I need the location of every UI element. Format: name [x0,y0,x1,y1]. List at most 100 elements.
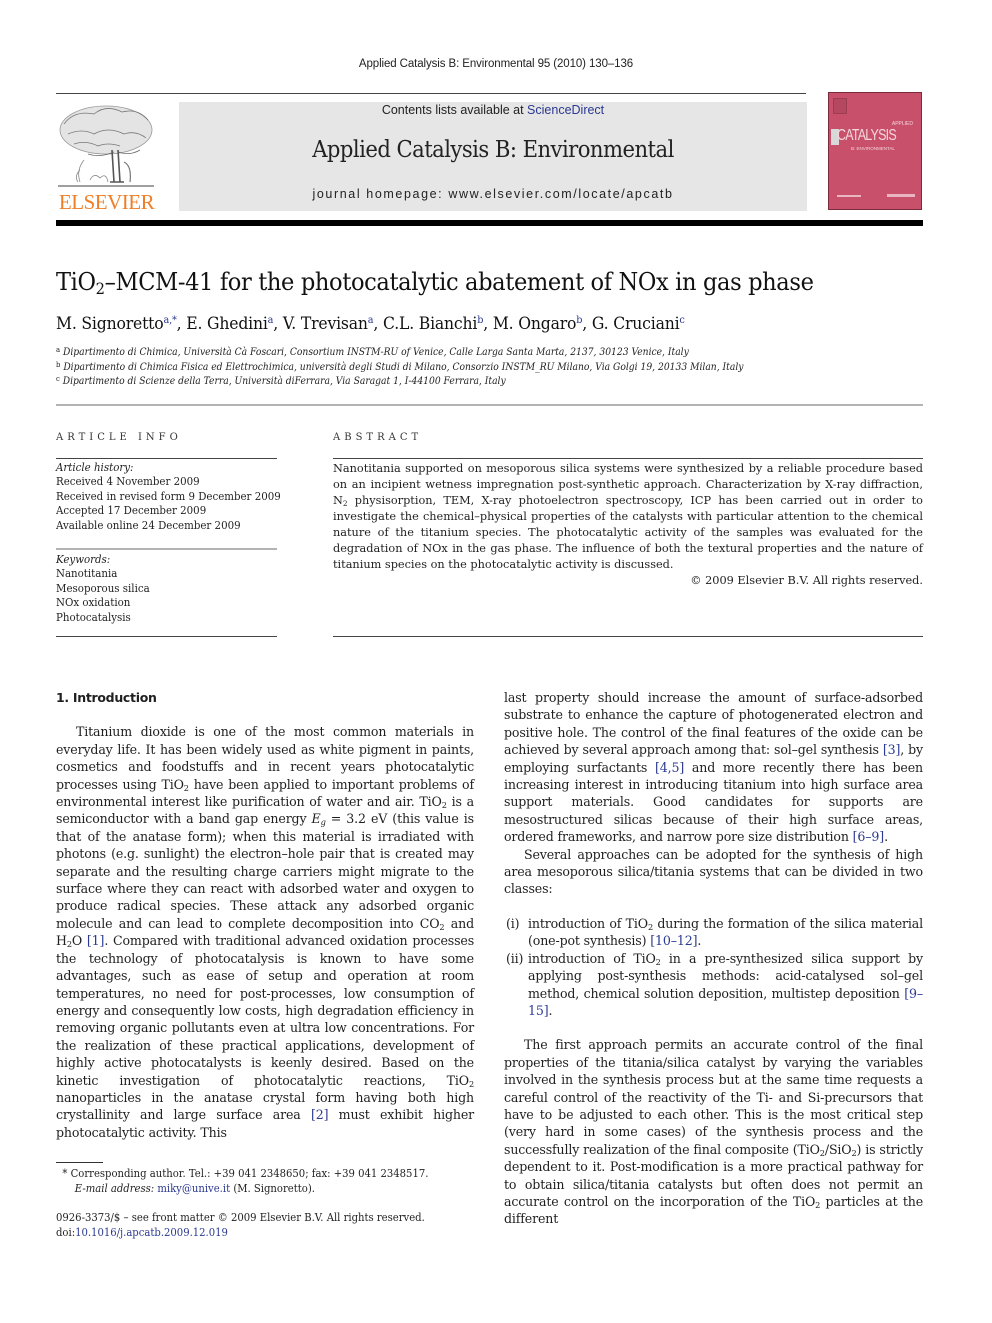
history-item: Available online 24 December 2009 [56,518,241,532]
author-separator: , [273,314,283,334]
author-separator: , [582,314,592,334]
footnote-rule [56,1162,103,1163]
cover-footer-right [887,194,915,197]
approach-list: (i) introduction of TiO2 during the forma… [504,915,923,1019]
body-paragraph-continued: last property should increase the amount… [504,689,923,846]
symbol-eg: E [311,811,321,827]
abstract-copyright: © 2009 Elsevier B.V. All rights reserved… [690,574,923,587]
body-paragraph: The first approach permits an accurate c… [504,1036,923,1227]
keywords-label: Keywords: [56,553,111,566]
cover-footer-left [837,195,861,197]
author-list: M. Signorettoa,*, E. Ghedinia, V. Trevis… [56,314,685,334]
doi-label: doi: [56,1225,76,1239]
text-run: introduction of TiO [528,915,648,931]
affiliation: a Dipartimento di Chimica, Università Cà… [56,346,743,361]
homepage-label: journal homepage: [312,187,449,201]
keywords: Keywords: Nanotitania Mesoporous silica … [56,553,150,625]
affiliation: b Dipartimento di Chimica Fisica ed Elet… [56,360,743,376]
title-part: TiO [56,268,96,296]
keyword[interactable]: NOx oxidation [56,596,150,610]
keyword[interactable]: Mesoporous silica [56,582,150,596]
front-divider [56,404,923,406]
abstract-part: physisorption, TEM, X-ray photoelectron … [333,494,923,571]
issn-line: 0926-3373/$ – see front matter © 2009 El… [56,1211,425,1224]
citation-link[interactable]: [10–12] [650,933,697,948]
text-run: /SiO [824,1141,852,1157]
doi-link[interactable]: 10.1016/j.apcatb.2009.12.019 [75,1226,228,1239]
journal-banner: Contents lists available at ScienceDirec… [179,102,807,211]
citation-link[interactable]: [1] [87,933,105,948]
list-number: (ii) [506,950,524,966]
author-affiliation-mark[interactable]: a,* [164,314,177,326]
author-affiliation-mark[interactable]: c [679,314,684,326]
elsevier-wordmark: ELSEVIER [58,190,155,214]
author-name: E. Ghedini [186,314,268,334]
subscript: 2 [468,1078,474,1089]
author[interactable]: G. Crucianic [592,314,685,334]
text-run: = 3.2 eV (this value is that of the anat… [56,811,474,931]
email-link[interactable]: miky@unive.it [157,1182,230,1195]
abstract-text: Nanotitania supported on mesoporous sili… [333,461,923,573]
body-right-column: last property should increase the amount… [504,689,923,1228]
cover-title: CATALYSIS [837,127,897,144]
author-name: V. Trevisan [282,314,368,334]
email-owner: (M. Signoretto). [230,1181,315,1195]
body-paragraph: Titanium dioxide is one of the most comm… [56,723,474,1141]
doi-line: doi:10.1016/j.apcatb.2009.12.019 [56,1226,425,1241]
section-heading-introduction: 1. Introduction [56,690,157,705]
homepage-link[interactable]: www.elsevier.com/locate/apcatb [448,187,673,201]
author[interactable]: M. Signorettoa,*, [56,314,186,334]
footnote-email-line: E-mail address: miky@unive.it (M. Signor… [56,1182,428,1197]
affiliations: a Dipartimento di Chimica, Università Cà… [56,346,743,390]
list-number: (i) [506,915,520,931]
sciencedirect-link[interactable]: ScienceDirect [527,103,604,117]
abstract-body: Nanotitania supported on mesoporous sili… [333,461,923,589]
affiliation: c Dipartimento di Scienze della Terra, U… [56,375,743,390]
list-item: (ii) introduction of TiO2 in a pre-synthe… [504,950,923,1020]
author[interactable]: E. Ghedinia, [186,314,283,334]
affiliation-key: c [56,374,60,384]
list-item: (i) introduction of TiO2 during the forma… [504,915,923,950]
keywords-rule [56,548,277,550]
journal-cover[interactable]: APPLIED CATALYSIS B: ENVIRONMENTAL [828,92,922,210]
title-subscript: 2 [95,279,105,298]
contents-prefix: Contents lists available at [381,103,528,117]
article-info-label: ARTICLE INFO [56,432,182,443]
footnote-line: * Corresponding author. Tel.: +39 041 23… [56,1167,428,1182]
keyword[interactable]: Nanotitania [56,567,150,581]
affiliation-text: Dipartimento di Scienze della Terra, Uni… [62,376,506,388]
citation-link[interactable]: [4,5] [655,760,684,775]
citation-link[interactable]: [2] [311,1107,329,1122]
article-info-bottom-rule [56,636,277,637]
author-name: M. Ongaro [492,314,577,334]
history-item: Accepted 17 December 2009 [56,504,207,518]
corresponding-author-footnote: * Corresponding author. Tel.: +39 041 23… [56,1167,428,1196]
running-head: Applied Catalysis B: Environmental 95 (2… [358,58,634,70]
author[interactable]: C.L. Bianchib, [383,314,493,334]
author-name: M. Signoretto [56,314,164,334]
journal-title: Applied Catalysis B: Environmental [312,137,674,163]
text-run: . [548,1002,553,1018]
front-matter-info: 0926-3373/$ – see front matter © 2009 El… [56,1211,425,1240]
abstract-bottom-rule [333,636,923,637]
keyword[interactable]: Photocatalysis [56,611,150,625]
author-separator: , [373,314,383,334]
citation-link[interactable]: [6–9] [853,829,885,844]
text-run: The first approach permits an accurate c… [504,1037,923,1157]
body-left-column: 1. Introduction Titanium dioxide is one … [56,689,474,1141]
article-info-rule [56,458,277,459]
author[interactable]: V. Trevisana, [283,314,383,334]
author-name: C.L. Bianchi [382,314,478,334]
affiliation-key: a [56,344,61,354]
author[interactable]: M. Ongarob, [493,314,592,334]
footnote-contact: Corresponding author. Tel.: +39 041 2348… [67,1167,429,1180]
title-part: –MCM-41 for the photocatalytic abatement… [104,268,814,296]
cover-thumbnail [833,98,847,114]
citation-link[interactable]: [3] [883,742,901,757]
author-separator: , [483,314,493,334]
history-label: Article history: [56,461,134,474]
text-run: introduction of TiO [528,950,656,966]
elsevier-logo[interactable]: ELSEVIER [54,100,159,215]
contents-line: Contents lists available at ScienceDirec… [179,103,807,117]
elsevier-tree-icon [58,105,154,187]
